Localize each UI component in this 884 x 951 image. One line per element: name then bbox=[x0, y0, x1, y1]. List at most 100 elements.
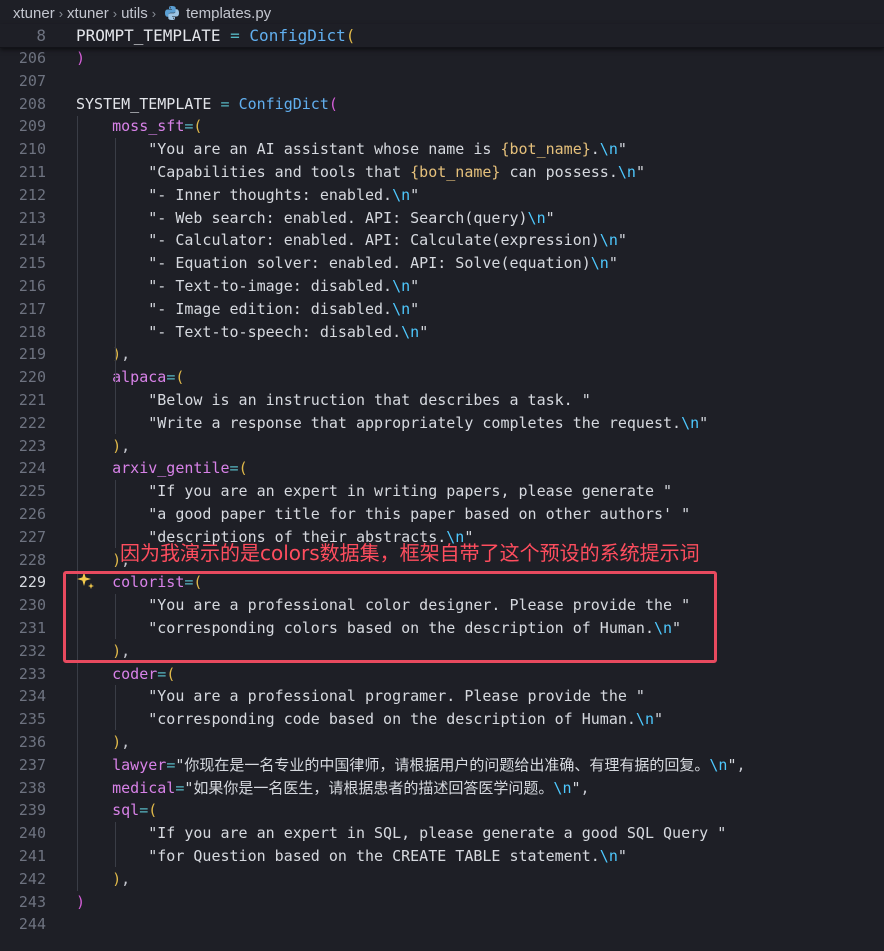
code-line[interactable]: 210 "You are an AI assistant whose name … bbox=[0, 138, 884, 161]
line-number: 239 bbox=[18, 801, 46, 820]
code-line[interactable]: 224 arxiv_gentile=( bbox=[0, 457, 884, 480]
code-text: "If you are an expert in SQL, please gen… bbox=[148, 824, 727, 843]
code-line[interactable]: 220 alpaca=( bbox=[0, 366, 884, 389]
line-number: 230 bbox=[18, 596, 46, 615]
line-number: 232 bbox=[18, 641, 46, 660]
line-number: 214 bbox=[18, 231, 46, 250]
code-text: "Below is an instruction that describes … bbox=[148, 391, 591, 409]
line-number: 242 bbox=[18, 869, 46, 888]
line-number: 215 bbox=[18, 254, 46, 273]
code-line[interactable]: 213 "- Web search: enabled. API: Search(… bbox=[0, 207, 884, 230]
code-line[interactable]: 207 bbox=[0, 70, 884, 93]
breadcrumb-item-utils[interactable]: utils bbox=[121, 5, 148, 22]
code-text: lawyer="你现在是一名专业的中国律师，请根据用户的问题给出准确、有理有据的… bbox=[112, 755, 746, 774]
line-number: 213 bbox=[18, 208, 46, 227]
line-number: 216 bbox=[18, 277, 46, 295]
line-number: 244 bbox=[18, 915, 46, 934]
code-text: ), bbox=[112, 733, 131, 751]
code-line[interactable]: 211 "Capabilities and tools that {bot_na… bbox=[0, 161, 884, 184]
code-line[interactable]: 215 "- Equation solver: enabled. API: So… bbox=[0, 252, 884, 275]
code-line[interactable]: 225 "If you are an expert in writing pap… bbox=[0, 480, 884, 503]
indent-guide bbox=[115, 389, 116, 434]
code-line[interactable]: 218 "- Text-to-speech: disabled.\n" bbox=[0, 321, 884, 344]
line-number: 211 bbox=[18, 163, 46, 181]
code-line[interactable]: 241 "for Question based on the CREATE TA… bbox=[0, 845, 884, 868]
indent-guide bbox=[77, 116, 78, 891]
annotation-text: 因为我演示的是colors数据集，框架自带了这个预设的系统提示词 bbox=[120, 541, 700, 565]
code-line[interactable]: 214 "- Calculator: enabled. API: Calcula… bbox=[0, 229, 884, 252]
code-line[interactable]: 244 bbox=[0, 913, 884, 936]
line-number: 8 bbox=[36, 26, 46, 45]
line-number: 228 bbox=[18, 550, 46, 569]
line-number: 241 bbox=[18, 847, 46, 865]
code-line[interactable]: 240 "If you are an expert in SQL, please… bbox=[0, 822, 884, 845]
line-number: 219 bbox=[18, 345, 46, 364]
code-line[interactable]: 219 ), bbox=[0, 343, 884, 366]
code-line[interactable]: 209 moss_sft=( bbox=[0, 115, 884, 138]
line-number: 226 bbox=[18, 505, 46, 523]
indent-guide bbox=[115, 138, 116, 393]
code-text: "You are an AI assistant whose name is {… bbox=[148, 140, 627, 159]
code-line[interactable]: 234 "You are a professional programer. P… bbox=[0, 685, 884, 708]
code-text: coder=( bbox=[112, 664, 176, 683]
code-text: "- Text-to-speech: disabled.\n" bbox=[148, 322, 429, 341]
code-line[interactable]: 221 "Below is an instruction that descri… bbox=[0, 389, 884, 412]
line-number: 227 bbox=[18, 527, 46, 546]
code-text: SYSTEM_TEMPLATE = ConfigDict( bbox=[76, 94, 338, 113]
code-line[interactable]: 212 "- Inner thoughts: enabled.\n" bbox=[0, 184, 884, 207]
line-number: 231 bbox=[18, 619, 46, 637]
code-text: ), bbox=[112, 345, 131, 364]
code-line[interactable]: 226 "a good paper title for this paper b… bbox=[0, 503, 884, 526]
code-line[interactable]: 217 "- Image edition: disabled.\n" bbox=[0, 298, 884, 321]
code-text: "Capabilities and tools that {bot_name} … bbox=[148, 163, 645, 181]
line-number: 234 bbox=[18, 687, 46, 706]
code-text: medical="如果你是一名医生，请根据患者的描述回答医学问题。\n", bbox=[112, 778, 590, 797]
code-line[interactable]: 216 "- Text-to-image: disabled.\n" bbox=[0, 275, 884, 298]
code-text: arxiv_gentile=( bbox=[112, 459, 248, 478]
line-number: 217 bbox=[18, 299, 46, 318]
line-number: 243 bbox=[18, 892, 46, 911]
breadcrumb-item-xtuner-root[interactable]: xtuner bbox=[13, 5, 55, 22]
code-text: moss_sft=( bbox=[112, 117, 203, 136]
code-line[interactable]: 208 SYSTEM_TEMPLATE = ConfigDict( bbox=[0, 93, 884, 116]
code-text: "- Image edition: disabled.\n" bbox=[148, 299, 420, 318]
line-number: 237 bbox=[18, 755, 46, 774]
code-line[interactable]: 239 sql=( bbox=[0, 799, 884, 822]
breadcrumb-file[interactable]: templates.py bbox=[186, 5, 271, 22]
python-file-icon bbox=[165, 6, 180, 20]
breadcrumb-item-xtuner[interactable]: xtuner bbox=[67, 5, 109, 22]
line-number: 208 bbox=[18, 94, 46, 113]
chevron-right-icon: › bbox=[151, 5, 157, 21]
line-number: 229 bbox=[18, 573, 46, 592]
code-line[interactable]: 223 ), bbox=[0, 435, 884, 458]
indent-guide bbox=[115, 480, 116, 548]
sticky-scroll-line[interactable]: 8 PROMPT_TEMPLATE = ConfigDict( bbox=[0, 24, 884, 48]
line-number: 209 bbox=[18, 117, 46, 136]
code-line[interactable]: 242 ), bbox=[0, 868, 884, 891]
code-text: "Write a response that appropriately com… bbox=[148, 413, 709, 432]
code-line[interactable]: 243) bbox=[0, 891, 884, 914]
code-line[interactable]: 222 "Write a response that appropriately… bbox=[0, 412, 884, 435]
chevron-right-icon: › bbox=[58, 5, 64, 21]
code-line[interactable]: 206) bbox=[0, 47, 884, 70]
line-number: 220 bbox=[18, 368, 46, 387]
code-line[interactable]: 233 coder=( bbox=[0, 663, 884, 686]
line-number: 233 bbox=[18, 664, 46, 683]
code-text: ), bbox=[112, 436, 131, 455]
code-text: alpaca=( bbox=[112, 368, 185, 387]
code-text: PROMPT_TEMPLATE = ConfigDict( bbox=[76, 26, 356, 45]
line-number: 224 bbox=[18, 459, 46, 478]
code-line[interactable]: 237 lawyer="你现在是一名专业的中国律师，请根据用户的问题给出准确、有… bbox=[0, 754, 884, 777]
code-text: "- Inner thoughts: enabled.\n" bbox=[148, 185, 420, 204]
code-text: ) bbox=[76, 892, 86, 911]
indent-guide bbox=[115, 685, 116, 730]
code-line[interactable]: 236 ), bbox=[0, 731, 884, 754]
line-number: 225 bbox=[18, 482, 46, 501]
line-number: 238 bbox=[18, 778, 46, 797]
code-line[interactable]: 235 "corresponding code based on the des… bbox=[0, 708, 884, 731]
code-text: ), bbox=[112, 869, 131, 888]
line-number: 236 bbox=[18, 733, 46, 751]
code-text: "You are a professional programer. Pleas… bbox=[148, 687, 645, 706]
code-line[interactable]: 238 medical="如果你是一名医生，请根据患者的描述回答医学问题。\n"… bbox=[0, 777, 884, 800]
code-text: "If you are an expert in writing papers,… bbox=[148, 482, 673, 501]
